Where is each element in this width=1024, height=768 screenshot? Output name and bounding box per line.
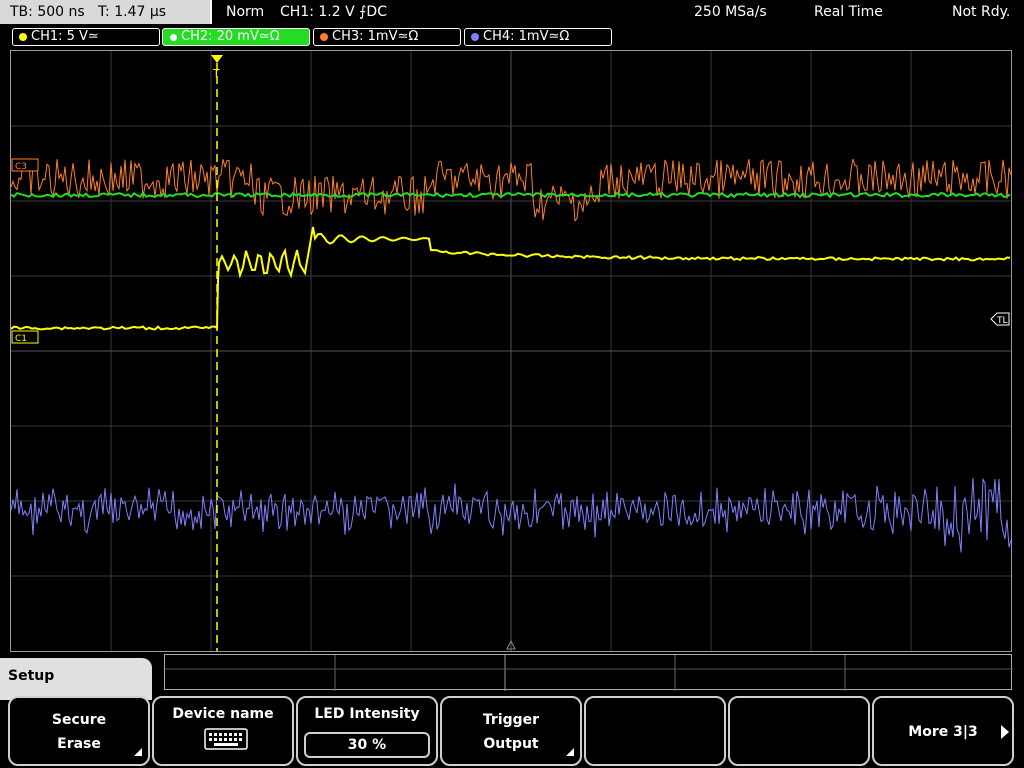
menu-title: Setup: [8, 668, 55, 684]
trigger-output-line1: Trigger: [482, 712, 540, 728]
ch2-label: CH2: 20 mV≃Ω: [181, 29, 280, 44]
timebase-readout[interactable]: TB: 500 ns T: 1.47 µs: [0, 0, 212, 24]
menu-title-tab[interactable]: Setup: [0, 658, 152, 700]
led-intensity-button[interactable]: LED Intensity 30 %: [296, 696, 438, 766]
submenu-corner-icon: [134, 748, 142, 756]
trigger-output-line2: Output: [483, 736, 539, 752]
secure-erase-line2: Erase: [57, 736, 101, 752]
secure-erase-button[interactable]: Secure Erase: [8, 696, 150, 766]
ch3-label: CH3: 1mV≃Ω: [332, 29, 419, 44]
waveform-display[interactable]: T C3 C1 TL: [10, 50, 1012, 652]
ch2-dot-icon: [169, 33, 178, 42]
acquisition-mode: Real Time: [814, 4, 883, 20]
svg-text:TL: TL: [996, 316, 1008, 326]
trigger-output-button[interactable]: Trigger Output: [440, 696, 582, 766]
waveform-canvas: T C3 C1 TL: [11, 51, 1011, 651]
softkey-6[interactable]: [728, 696, 870, 766]
keyboard-icon: [204, 728, 248, 750]
timebase-value: TB: 500 ns: [10, 4, 85, 20]
submenu-corner-icon: [566, 748, 574, 756]
trigger-mode[interactable]: Norm: [226, 3, 264, 21]
c3-marker: C3: [11, 158, 39, 172]
c1-marker: C1: [11, 330, 39, 344]
channel-tab-ch1[interactable]: CH1: 5 V≃: [12, 28, 160, 46]
channel-tab-ch2[interactable]: CH2: 20 mV≃Ω: [162, 28, 310, 46]
graticule: [11, 51, 1011, 651]
more-label: More 3|3: [908, 724, 978, 740]
led-intensity-value: 30 %: [304, 732, 430, 758]
device-name-button[interactable]: Device name: [152, 696, 294, 766]
trigger-setting[interactable]: CH1: 1.2 V ⨍DC: [280, 3, 387, 21]
status-bar: TB: 500 ns T: 1.47 µs Norm CH1: 1.2 V ⨍D…: [0, 0, 1024, 26]
channel-tab-ch3[interactable]: CH3: 1mV≃Ω: [313, 28, 461, 46]
ch4-label: CH4: 1mV≃Ω: [483, 29, 570, 44]
svg-text:C3: C3: [15, 162, 27, 172]
ch1-label: CH1: 5 V≃: [31, 29, 99, 44]
ch4-dot-icon: [471, 33, 479, 41]
acquisition-state: Not Rdy.: [952, 4, 1011, 20]
arrow-right-icon: [1001, 725, 1009, 739]
channel-tab-ch4[interactable]: CH4: 1mV≃Ω: [464, 28, 612, 46]
svg-text:C1: C1: [15, 334, 27, 344]
trigger-time-value: T: 1.47 µs: [98, 4, 167, 20]
more-button[interactable]: More 3|3: [872, 696, 1014, 766]
sample-rate: 250 MSa/s: [694, 4, 767, 20]
trigger-marker-label: T: [212, 67, 220, 80]
ch3-dot-icon: [320, 33, 328, 41]
device-name-label: Device name: [172, 706, 274, 722]
softkey-5[interactable]: [584, 696, 726, 766]
trigger-level-marker: TL: [990, 312, 1010, 326]
measurement-strip: [164, 654, 1013, 691]
led-intensity-label: LED Intensity: [314, 706, 420, 722]
trigger-position-marker: [211, 55, 223, 63]
secure-erase-line1: Secure: [51, 712, 107, 728]
ch1-dot-icon: [19, 33, 27, 41]
